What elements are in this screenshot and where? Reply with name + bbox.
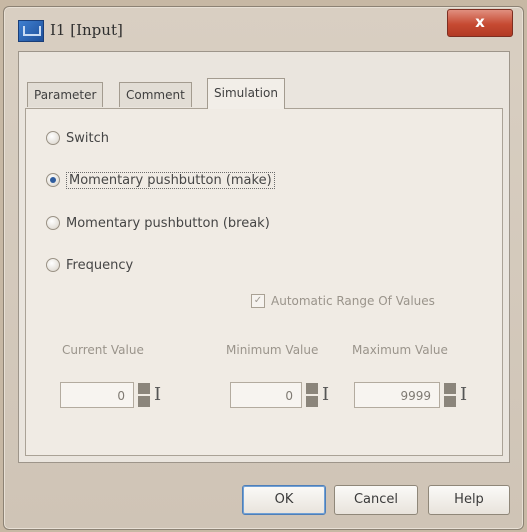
spin-down-icon[interactable] — [444, 396, 456, 407]
tab-parameter[interactable]: Parameter — [27, 82, 104, 107]
current-value-input[interactable]: 0 — [60, 382, 134, 408]
tab-simulation[interactable]: Simulation — [207, 78, 285, 109]
spin-up-icon[interactable] — [444, 383, 456, 394]
radio-button-selected[interactable] — [46, 173, 60, 187]
minimum-value-label: Minimum Value — [226, 343, 319, 357]
text-cursor-icon: I — [154, 384, 162, 405]
radio-frequency[interactable]: Frequency — [46, 254, 133, 276]
text-cursor-icon: I — [322, 384, 330, 405]
radio-switch[interactable]: Switch — [46, 127, 109, 149]
minimum-value-spinner[interactable] — [306, 383, 318, 407]
radio-momentary-make[interactable]: Momentary pushbutton (make) — [46, 169, 275, 191]
spin-down-icon[interactable] — [138, 396, 150, 407]
text-cursor-icon: I — [460, 384, 468, 405]
current-value-spinner[interactable] — [138, 383, 150, 407]
ok-button[interactable]: OK — [242, 485, 326, 515]
minimum-value-input[interactable]: 0 — [230, 382, 302, 408]
dialog-window: I1 [Input] x Parameter Comment Simulatio… — [3, 6, 524, 530]
tab-comment[interactable]: Comment — [119, 82, 192, 107]
close-button[interactable]: x — [447, 9, 513, 37]
radio-label: Momentary pushbutton (break) — [66, 215, 270, 231]
app-icon — [18, 20, 44, 42]
radio-momentary-break[interactable]: Momentary pushbutton (break) — [46, 212, 270, 234]
window-title: I1 [Input] — [50, 21, 123, 39]
auto-range-checkbox[interactable]: ✓ — [251, 294, 265, 308]
radio-label: Switch — [66, 130, 109, 146]
auto-range-option[interactable]: ✓ Automatic Range Of Values — [251, 294, 435, 308]
maximum-value-label: Maximum Value — [352, 343, 448, 357]
radio-button[interactable] — [46, 131, 60, 145]
spin-down-icon[interactable] — [306, 396, 318, 407]
radio-button[interactable] — [46, 258, 60, 272]
radio-button[interactable] — [46, 216, 60, 230]
radio-label: Momentary pushbutton (make) — [66, 171, 275, 189]
close-icon: x — [475, 13, 485, 31]
cancel-button[interactable]: Cancel — [334, 485, 418, 515]
current-value-label: Current Value — [62, 343, 144, 357]
spin-up-icon[interactable] — [138, 383, 150, 394]
help-button[interactable]: Help — [428, 485, 510, 515]
spin-up-icon[interactable] — [306, 383, 318, 394]
radio-label: Frequency — [66, 257, 134, 273]
auto-range-label: Automatic Range Of Values — [271, 294, 435, 308]
maximum-value-input[interactable]: 9999 — [354, 382, 440, 408]
title-bar[interactable]: I1 [Input] x — [4, 7, 523, 47]
maximum-value-spinner[interactable] — [444, 383, 456, 407]
